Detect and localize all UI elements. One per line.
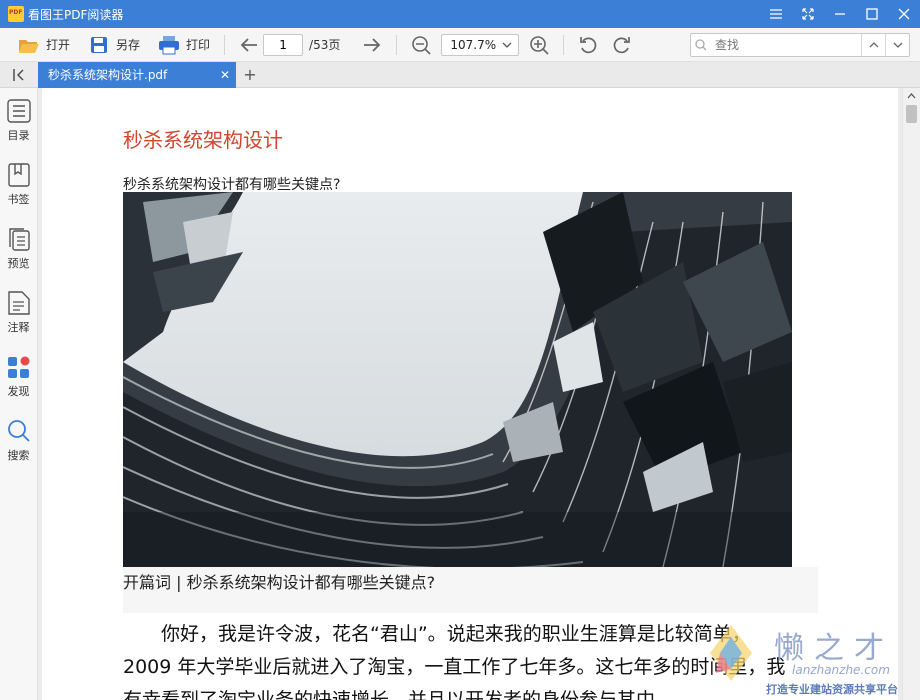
print-button[interactable]: 打印 bbox=[154, 32, 214, 58]
search-box bbox=[690, 33, 910, 57]
window-title: 看图王PDF阅读器 bbox=[28, 7, 124, 22]
saveas-button[interactable]: 另存 bbox=[84, 32, 144, 58]
tab-document[interactable]: 秒杀系统架构设计.pdf ✕ bbox=[38, 61, 236, 88]
document-title: 秒杀系统架构设计 bbox=[123, 128, 283, 152]
zoom-select[interactable]: 107.7% bbox=[441, 33, 520, 56]
pdf-page: 秒杀系统架构设计 秒杀系统架构设计都有哪些关键点? 开篇词 | 秒杀系统架构设计… bbox=[42, 88, 898, 700]
zoom-value: 107.7% bbox=[450, 37, 497, 52]
page-number-input[interactable] bbox=[263, 33, 304, 56]
minimize-icon[interactable] bbox=[824, 0, 856, 28]
vertical-scrollbar[interactable] bbox=[902, 88, 920, 700]
sidebar-item-label: 预览 bbox=[7, 256, 30, 270]
sidebar-item-bookmarks[interactable]: 书签 bbox=[0, 152, 37, 216]
open-button[interactable]: 打开 bbox=[14, 32, 74, 58]
arrow-right-icon bbox=[364, 37, 381, 52]
chevron-down-icon bbox=[893, 42, 902, 48]
sidebar-item-notes[interactable]: 注释 bbox=[0, 280, 37, 344]
sidebar-collapse-button[interactable] bbox=[0, 62, 38, 88]
new-tab-button[interactable]: + bbox=[236, 62, 264, 88]
prev-page-button[interactable] bbox=[235, 32, 263, 58]
sidebar-item-preview[interactable]: 预览 bbox=[0, 216, 37, 280]
apps-icon bbox=[6, 354, 32, 380]
fullscreen-icon[interactable] bbox=[792, 0, 824, 28]
sidebar-item-label: 搜索 bbox=[7, 448, 30, 462]
scroll-up-arrow[interactable] bbox=[903, 88, 920, 104]
toolbar-divider bbox=[563, 34, 565, 55]
tab-label: 秒杀系统架构设计.pdf bbox=[48, 68, 168, 82]
zoom-in-button[interactable] bbox=[525, 32, 553, 58]
close-icon[interactable] bbox=[888, 0, 920, 28]
architecture-photo bbox=[123, 192, 792, 567]
zoom-in-icon bbox=[530, 35, 549, 55]
search-icon bbox=[691, 39, 711, 51]
document-viewport[interactable]: 秒杀系统架构设计 秒杀系统架构设计都有哪些关键点? 开篇词 | 秒杀系统架构设计… bbox=[38, 88, 902, 700]
arrow-left-icon bbox=[240, 37, 258, 52]
note-icon bbox=[6, 290, 32, 316]
watermark-logo bbox=[710, 625, 752, 681]
sidebar-item-toc[interactable]: 目录 bbox=[0, 88, 37, 152]
site-watermark: 懒之才 lanzhanzhe.com 打造专业建站资源共享平台 bbox=[700, 615, 920, 700]
left-sidebar: 目录 书签 预览 注释 发现 搜索 bbox=[0, 88, 38, 700]
zoom-out-button[interactable] bbox=[407, 32, 435, 58]
search-icon bbox=[6, 418, 32, 444]
search-input[interactable] bbox=[711, 38, 861, 52]
document-subtitle: 秒杀系统架构设计都有哪些关键点? bbox=[123, 177, 341, 193]
watermark-domain: lanzhanzhe.com bbox=[792, 663, 890, 677]
watermark-brand: 懒之才 bbox=[774, 631, 894, 666]
zoom-out-icon bbox=[412, 35, 431, 55]
sidebar-item-discover[interactable]: 发现 bbox=[0, 344, 37, 408]
quote-text: 开篇词 | 秒杀系统架构设计都有哪些关键点? bbox=[123, 573, 436, 592]
maximize-icon[interactable] bbox=[856, 0, 888, 28]
toolbar-divider bbox=[224, 34, 226, 55]
main-toolbar: 打开 另存 打印 /53页 107.7% bbox=[0, 28, 920, 62]
close-icon[interactable]: ✕ bbox=[220, 68, 230, 82]
rotate-right-button[interactable] bbox=[608, 32, 636, 58]
saveas-label: 另存 bbox=[116, 38, 141, 52]
save-icon bbox=[88, 34, 110, 56]
title-bar: 看图王PDF阅读器 bbox=[0, 0, 920, 28]
folder-open-icon bbox=[18, 34, 40, 56]
chevron-down-icon bbox=[502, 42, 512, 48]
sidebar-item-search[interactable]: 搜索 bbox=[0, 408, 37, 472]
rotate-left-button[interactable] bbox=[574, 32, 602, 58]
pages-icon bbox=[6, 226, 32, 252]
toolbar-divider bbox=[396, 34, 398, 55]
sidebar-item-label: 注释 bbox=[7, 320, 30, 334]
sidebar-item-label: 发现 bbox=[7, 384, 30, 398]
rotate-right-icon bbox=[614, 36, 631, 53]
window-controls bbox=[760, 0, 920, 28]
next-page-button[interactable] bbox=[358, 32, 386, 58]
bookmark-icon bbox=[6, 162, 32, 188]
menu-icon[interactable] bbox=[760, 0, 792, 28]
sidebar-item-label: 书签 bbox=[7, 192, 30, 206]
scroll-thumb[interactable] bbox=[906, 105, 917, 123]
print-label: 打印 bbox=[186, 38, 211, 52]
tab-bar: 秒杀系统架构设计.pdf ✕ + bbox=[0, 61, 920, 88]
printer-icon bbox=[158, 34, 180, 56]
chevron-up-icon bbox=[869, 42, 878, 48]
collapse-left-icon bbox=[13, 68, 24, 81]
page-total: /53页 bbox=[309, 38, 341, 52]
open-label: 打开 bbox=[46, 38, 71, 52]
list-icon bbox=[6, 98, 32, 124]
rotate-left-icon bbox=[580, 36, 597, 53]
search-next-button[interactable] bbox=[885, 34, 909, 56]
app-logo-icon bbox=[8, 6, 24, 22]
watermark-tagline: 打造专业建站资源共享平台 bbox=[766, 683, 898, 696]
sidebar-item-label: 目录 bbox=[7, 128, 30, 142]
search-prev-button[interactable] bbox=[861, 34, 885, 56]
plus-icon: + bbox=[243, 65, 257, 84]
